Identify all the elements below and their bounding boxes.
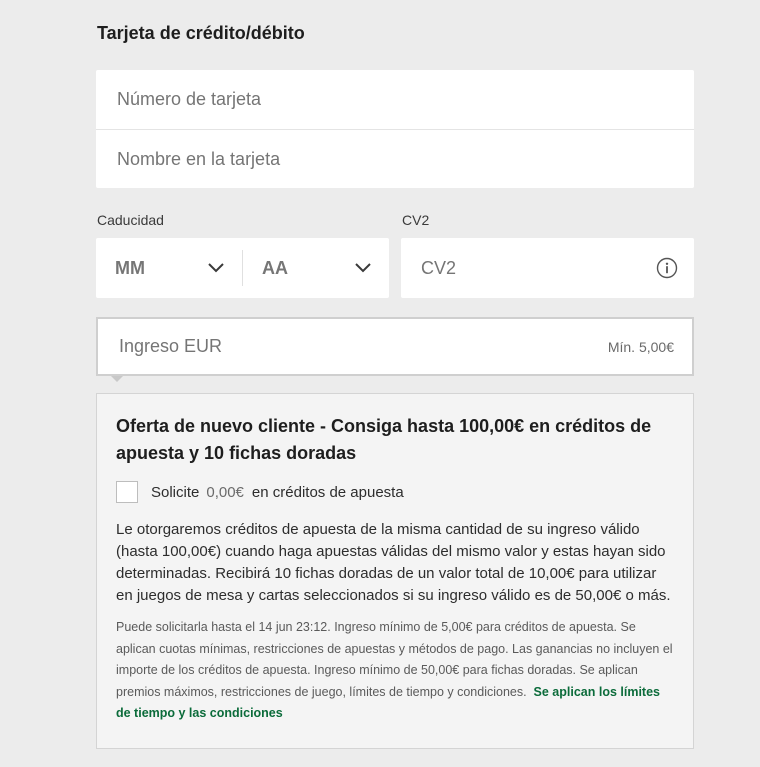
card-number-field[interactable] bbox=[96, 70, 694, 129]
offer-description: Le otorgaremos créditos de apuesta de la… bbox=[116, 521, 671, 604]
info-icon[interactable] bbox=[656, 257, 678, 279]
expiry-year-value: AA bbox=[262, 257, 288, 278]
expiry-label: Caducidad bbox=[97, 212, 164, 228]
deposit-field[interactable]: Mín. 5,00€ bbox=[96, 317, 694, 376]
cv2-label: CV2 bbox=[402, 212, 430, 228]
claim-checkbox[interactable] bbox=[116, 481, 138, 503]
card-details-group bbox=[96, 70, 694, 188]
offer-title: Oferta de nuevo cliente - Consiga hasta … bbox=[116, 416, 652, 463]
chevron-down-icon bbox=[208, 263, 224, 273]
cv2-field[interactable] bbox=[401, 238, 694, 298]
cv2-input[interactable] bbox=[419, 256, 623, 280]
deposit-input[interactable] bbox=[117, 335, 521, 358]
expiry-month-select[interactable]: MM bbox=[96, 238, 242, 298]
expiry-selects: MM AA bbox=[96, 238, 389, 298]
claim-prefix: Solicite bbox=[151, 483, 200, 501]
claim-row: Solicite 0,00€ en créditos de apuesta bbox=[116, 481, 674, 503]
expiry-year-select[interactable]: AA bbox=[243, 238, 389, 298]
claim-suffix: en créditos de apuesta bbox=[251, 483, 404, 501]
page-title: Tarjeta de crédito/débito bbox=[97, 23, 305, 43]
card-number-input[interactable] bbox=[115, 88, 694, 111]
expiry-month-value: MM bbox=[115, 257, 145, 278]
min-deposit-label: Mín. 5,00€ bbox=[607, 338, 674, 355]
chevron-down-icon bbox=[355, 263, 371, 273]
card-name-input[interactable] bbox=[115, 147, 694, 171]
card-name-field[interactable] bbox=[96, 129, 694, 188]
new-customer-offer: Oferta de nuevo cliente - Consiga hasta … bbox=[96, 393, 694, 749]
tooltip-pointer bbox=[111, 376, 123, 382]
claim-amount: 0,00€ bbox=[206, 483, 244, 501]
offer-terms: Puede solicitarla hasta el 14 jun 23:12.… bbox=[116, 617, 674, 725]
